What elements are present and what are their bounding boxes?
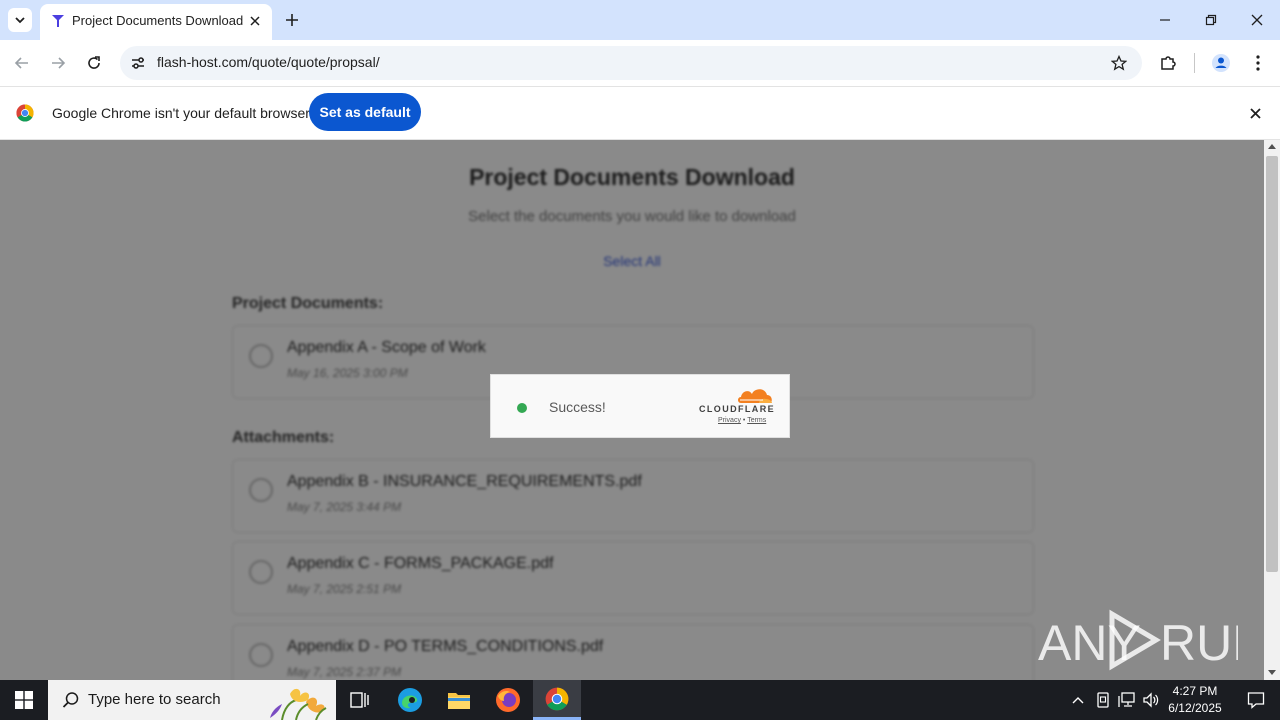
chrome-logo-icon [16,104,34,122]
forward-button[interactable] [46,51,70,75]
folder-icon [448,693,470,709]
page-scrollbar[interactable] [1264,140,1280,680]
infobar-message: Google Chrome isn't your default browser [52,105,310,121]
taskbar-search-box[interactable]: Type here to search [48,680,336,720]
reload-button[interactable] [82,51,106,75]
url-text[interactable]: flash-host.com/quote/quote/propsal/ [157,54,380,70]
success-indicator-icon [517,403,527,413]
scroll-up-arrow-icon[interactable] [1268,144,1276,149]
privacy-link[interactable]: Privacy [718,417,741,424]
clock-time: 4:27 PM [1172,684,1218,698]
set-as-default-button[interactable]: Set as default [309,93,421,131]
task-view-button[interactable] [336,680,384,720]
default-browser-infobar: Google Chrome isn't your default browser… [0,87,1280,140]
taskbar-edge[interactable] [386,680,434,720]
cloudflare-turnstile-widget: Success! CLOUDFLARE Privacy • Terms [490,374,790,438]
edge-icon [398,688,422,712]
restore-button[interactable] [1188,0,1234,40]
site-info-button[interactable] [128,53,148,73]
task-view-icon [350,692,369,708]
site-favicon-icon [52,15,64,27]
anyrun-watermark-logo: ANY RUN [1038,609,1238,671]
puzzle-icon [1161,56,1176,70]
taskbar-file-explorer[interactable] [435,680,483,720]
volume-icon [1143,692,1159,708]
watermark-text-run: RUN [1160,615,1238,671]
firefox-icon [496,688,520,712]
taskbar-chrome[interactable] [533,680,581,720]
show-hidden-icons-button[interactable] [1068,680,1088,720]
verification-status: Success! [549,399,606,415]
tab-title: Project Documents Download [72,13,244,28]
close-icon [1251,14,1263,26]
chevron-down-icon [15,17,25,24]
minimize-button[interactable] [1142,0,1188,40]
tab-strip: Project Documents Download [0,0,1280,40]
arrow-right-icon [52,57,66,69]
active-tab[interactable]: Project Documents Download [40,4,272,40]
scroll-down-arrow-icon[interactable] [1268,670,1276,675]
back-button[interactable] [10,51,34,75]
tune-icon [132,57,144,69]
cloudflare-logo-text: CLOUDFLARE [699,404,775,414]
tab-search-button[interactable] [8,8,32,32]
new-tab-button[interactable] [282,10,302,30]
restore-icon [1205,14,1217,26]
toolbar-divider [1194,53,1195,73]
cloudflare-links: Privacy • Terms [718,417,766,424]
taskbar-firefox[interactable] [484,680,532,720]
chevron-up-icon [1072,697,1084,704]
profile-button[interactable] [1209,51,1233,75]
notification-icon [1247,692,1265,709]
arrow-left-icon [14,57,28,69]
device-icon [1097,692,1109,708]
tab-close-button[interactable] [246,12,264,30]
link-separator: • [742,417,746,424]
notification-center-button[interactable] [1232,680,1280,720]
volume-button[interactable] [1140,680,1162,720]
close-window-button[interactable] [1234,0,1280,40]
clock-date: 6/12/2025 [1168,701,1222,715]
start-button[interactable] [0,680,48,720]
chrome-icon [545,687,569,710]
more-vertical-icon [1256,55,1260,71]
profile-icon [1212,54,1230,72]
plus-icon [286,14,298,26]
reload-icon [88,56,100,69]
taskbar-clock[interactable]: 4:27 PM 6/12/2025 [1160,683,1230,717]
search-placeholder: Type here to search [88,691,221,708]
network-icon [1118,692,1135,707]
terms-link[interactable]: Terms [747,417,766,424]
network-button[interactable] [1116,680,1138,720]
infobar-close-button[interactable] [1246,104,1264,122]
bookmark-button[interactable] [1110,54,1128,72]
minimize-icon [1160,19,1170,21]
scrollbar-thumb[interactable] [1266,156,1278,572]
search-icon [62,692,79,708]
extensions-button[interactable] [1156,51,1180,75]
cloudflare-cloud-icon [738,389,772,403]
menu-button[interactable] [1246,51,1270,75]
address-bar[interactable]: flash-host.com/quote/quote/propsal/ [120,46,1142,80]
windows-taskbar: Type here to search 4:27 PM 6/12/2025 [0,680,1280,720]
tray-device-icon-button[interactable] [1092,680,1114,720]
close-icon [1249,107,1261,119]
windows-logo-icon [15,691,33,709]
close-icon [250,16,260,26]
star-icon [1111,55,1127,71]
search-highlight-flowers-icon [270,688,327,720]
browser-toolbar: flash-host.com/quote/quote/propsal/ [0,40,1280,87]
